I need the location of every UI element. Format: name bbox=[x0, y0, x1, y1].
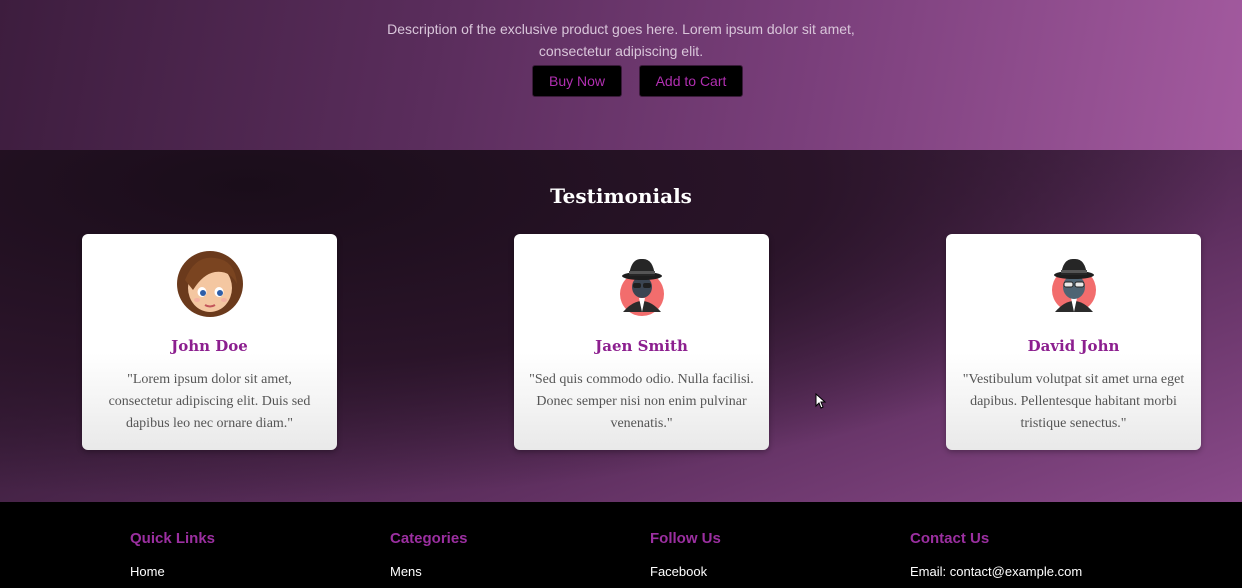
testimonial-card: John Doe "Lorem ipsum dolor sit amet, co… bbox=[82, 234, 337, 450]
testimonial-quote: "Sed quis commodo odio. Nulla facilisi. … bbox=[529, 372, 754, 431]
testimonial-quote: "Vestibulum volutpat sit amet urna eget … bbox=[962, 372, 1185, 431]
site-footer: Quick Links Home Categories Mens Follow … bbox=[0, 502, 1242, 588]
footer-link-facebook[interactable]: Facebook bbox=[650, 564, 721, 579]
footer-heading: Quick Links bbox=[130, 530, 216, 547]
footer-categories: Categories Mens bbox=[390, 530, 468, 579]
footer-link-mens[interactable]: Mens bbox=[390, 564, 468, 579]
footer-heading: Follow Us bbox=[650, 530, 721, 547]
footer-heading: Categories bbox=[390, 530, 468, 547]
footer-contact-email[interactable]: Email: contact@example.com bbox=[910, 564, 1082, 579]
footer-link-home[interactable]: Home bbox=[130, 564, 215, 579]
footer-quick-links: Quick Links Home bbox=[130, 530, 215, 579]
testimonials-heading: Testimonials bbox=[550, 184, 692, 208]
add-to-cart-button[interactable]: Add to Cart bbox=[639, 65, 743, 97]
footer-contact-us: Contact Us Email: contact@example.com bbox=[910, 530, 1082, 579]
testimonial-name: David John bbox=[1027, 337, 1120, 355]
footer-follow-us: Follow Us Facebook bbox=[650, 530, 721, 579]
girl-avatar-icon bbox=[177, 251, 243, 317]
spy-avatar-icon bbox=[1052, 258, 1096, 312]
product-description: Description of the exclusive product goe… bbox=[387, 21, 855, 59]
testimonial-card: David John "Vestibulum volutpat sit amet… bbox=[946, 234, 1201, 450]
buy-now-button[interactable]: Buy Now bbox=[532, 65, 622, 97]
testimonial-card: Jaen Smith "Sed quis commodo odio. Nulla… bbox=[514, 234, 769, 450]
mouse-cursor-icon bbox=[815, 393, 827, 409]
product-hero: Description of the exclusive product goe… bbox=[0, 0, 1242, 150]
testimonials-section: Testimonials John Doe "Lorem ipsum dolor… bbox=[0, 150, 1242, 502]
footer-heading: Contact Us bbox=[910, 530, 990, 547]
testimonial-quote: "Lorem ipsum dolor sit amet, consectetur… bbox=[108, 372, 311, 431]
spy-avatar-icon bbox=[620, 258, 664, 316]
testimonial-name: John Doe bbox=[171, 337, 248, 355]
testimonial-name: Jaen Smith bbox=[595, 337, 688, 355]
